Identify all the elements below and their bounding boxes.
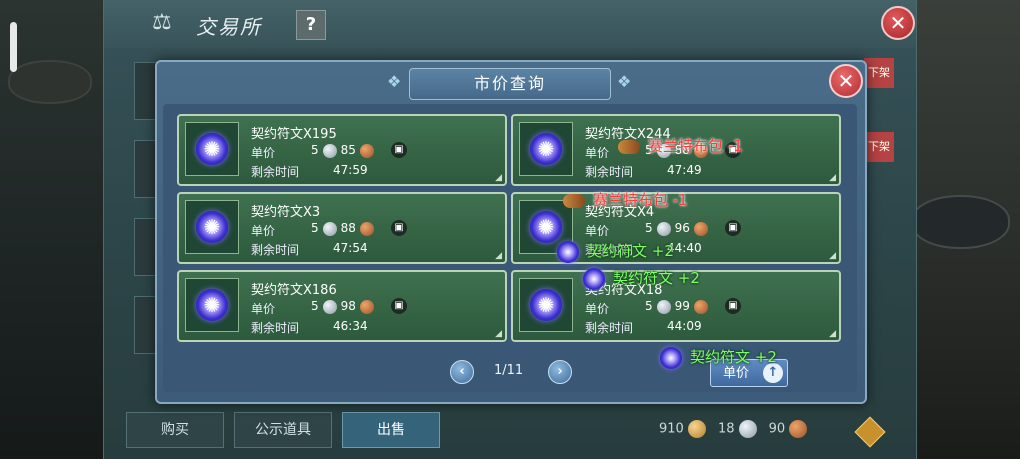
time-label: 剩余时间 bbox=[585, 321, 634, 335]
copper-amount: 90 bbox=[768, 421, 786, 437]
corner-mark-icon: ◢ bbox=[829, 173, 836, 183]
price-value: 5 88 bbox=[311, 221, 378, 236]
background-right bbox=[910, 0, 1020, 459]
background-prop bbox=[8, 60, 92, 104]
detail-icon[interactable]: ▣ bbox=[391, 220, 407, 236]
item-name: 契约符文X3 bbox=[251, 205, 321, 220]
item-name: 契约符文X186 bbox=[251, 283, 337, 298]
price-value: 5 85 bbox=[311, 143, 378, 158]
corner-mark-icon: ◢ bbox=[495, 329, 502, 339]
item-icon-frame: ✺ bbox=[185, 122, 239, 176]
rune-icon: ✺ bbox=[196, 133, 228, 165]
ornament-right-icon: ❖ bbox=[617, 72, 632, 91]
item-icon-frame: ✺ bbox=[185, 200, 239, 254]
time-value: 47:59 bbox=[333, 163, 368, 177]
price-label: 单价 bbox=[251, 146, 276, 160]
bag-icon bbox=[618, 139, 640, 154]
listing-card[interactable]: ✺ 契约符文X3 单价 5 88 ▣ 剩余时间 47:54 ◢ bbox=[177, 192, 507, 264]
tab-public-items[interactable]: 公示道具 bbox=[234, 412, 332, 448]
listing-card[interactable]: ✺ 契约符文X195 单价 5 85 ▣ 剩余时间 47:59 ◢ bbox=[177, 114, 507, 186]
rune-icon: ✺ bbox=[196, 289, 228, 321]
gold-coin-icon bbox=[687, 420, 706, 438]
price-value: 5 99 bbox=[645, 299, 712, 314]
item-icon-frame: ✺ bbox=[185, 278, 239, 332]
dialog-close-button[interactable]: ✕ bbox=[829, 64, 863, 98]
silver-coin-icon bbox=[322, 299, 337, 314]
time-label: 剩余时间 bbox=[585, 165, 634, 179]
copper-coin-icon bbox=[359, 143, 374, 158]
time-value: 46:34 bbox=[333, 319, 368, 333]
prev-page-button[interactable]: ‹ bbox=[450, 360, 474, 384]
silver-coin-icon bbox=[322, 221, 337, 236]
corner-mark-icon: ◢ bbox=[829, 329, 836, 339]
currency-row: 910 18 90 bbox=[659, 420, 815, 438]
copper-coin-icon bbox=[693, 299, 708, 314]
price-label: 单价 bbox=[251, 302, 276, 316]
time-label: 剩余时间 bbox=[251, 165, 300, 179]
rune-icon: ✺ bbox=[530, 289, 562, 321]
time-label: 剩余时间 bbox=[251, 321, 300, 335]
silver-coin-icon bbox=[738, 420, 757, 438]
item-change-toast: 契约符文 +2 bbox=[557, 240, 674, 263]
detail-icon[interactable]: ▣ bbox=[725, 298, 741, 314]
ornament-left-icon: ❖ bbox=[387, 72, 402, 91]
item-change-toast: 赛兰特布包 -1 bbox=[618, 135, 743, 156]
item-name: 契约符文X195 bbox=[251, 127, 337, 142]
time-value: 44:09 bbox=[667, 319, 702, 333]
detail-icon[interactable]: ▣ bbox=[391, 142, 407, 158]
item-icon-frame: ✺ bbox=[519, 122, 573, 176]
time-label: 剩余时间 bbox=[251, 243, 300, 257]
dialog-title: 市价查询 bbox=[409, 68, 611, 100]
gold-amount: 910 bbox=[659, 421, 684, 437]
detail-icon[interactable]: ▣ bbox=[391, 298, 407, 314]
price-value: 5 96 bbox=[645, 221, 712, 236]
copper-coin-icon bbox=[359, 299, 374, 314]
side-menu-handle[interactable] bbox=[10, 22, 17, 72]
silver-coin-icon bbox=[656, 221, 671, 236]
copper-coin-icon bbox=[693, 221, 708, 236]
corner-mark-icon: ◢ bbox=[495, 251, 502, 261]
tab-buy[interactable]: 购买 bbox=[126, 412, 224, 448]
corner-mark-icon: ◢ bbox=[829, 251, 836, 261]
item-icon-frame: ✺ bbox=[519, 278, 573, 332]
price-label: 单价 bbox=[585, 302, 610, 316]
corner-mark-icon: ◢ bbox=[495, 173, 502, 183]
detail-icon[interactable]: ▣ bbox=[725, 220, 741, 236]
rune-icon: ✺ bbox=[530, 133, 562, 165]
next-page-button[interactable]: › bbox=[548, 360, 572, 384]
bag-icon bbox=[563, 193, 585, 208]
rune-icon bbox=[557, 240, 579, 263]
rune-icon bbox=[660, 346, 682, 369]
rune-icon: ✺ bbox=[530, 211, 562, 243]
item-change-toast: 契约符文 +2 bbox=[583, 267, 700, 290]
time-value: 47:54 bbox=[333, 241, 368, 255]
page-indicator: 1/11 bbox=[494, 363, 524, 378]
scale-icon: ⚖ bbox=[152, 10, 172, 35]
price-label: 单价 bbox=[585, 224, 610, 238]
copper-coin-icon bbox=[789, 420, 808, 438]
price-value: 5 98 bbox=[311, 299, 378, 314]
listing-card[interactable]: ✺ 契约符文X186 单价 5 98 ▣ 剩余时间 46:34 ◢ bbox=[177, 270, 507, 342]
time-value: 47:49 bbox=[667, 163, 702, 177]
delist-button[interactable]: 下架 bbox=[864, 58, 894, 88]
tab-sell[interactable]: 出售 bbox=[342, 412, 440, 448]
add-currency-icon[interactable] bbox=[854, 416, 886, 448]
trade-close-button[interactable]: ✕ bbox=[881, 6, 915, 40]
silver-coin-icon bbox=[322, 143, 337, 158]
rune-icon: ✺ bbox=[196, 211, 228, 243]
trade-title: 交易所 bbox=[196, 15, 262, 39]
silver-amount: 18 bbox=[717, 421, 735, 437]
price-label: 单价 bbox=[585, 146, 610, 160]
item-change-toast: 契约符文 +2 bbox=[660, 346, 777, 369]
item-change-toast: 赛兰特布包 -1 bbox=[563, 189, 688, 210]
background-prop bbox=[911, 195, 1010, 249]
silver-coin-icon bbox=[656, 299, 671, 314]
delist-button[interactable]: 下架 bbox=[864, 132, 894, 162]
price-label: 单价 bbox=[251, 224, 276, 238]
pager: ‹ 1/11 › bbox=[450, 360, 572, 386]
help-button[interactable]: ? bbox=[296, 10, 326, 40]
rune-icon bbox=[583, 267, 605, 290]
copper-coin-icon bbox=[359, 221, 374, 236]
